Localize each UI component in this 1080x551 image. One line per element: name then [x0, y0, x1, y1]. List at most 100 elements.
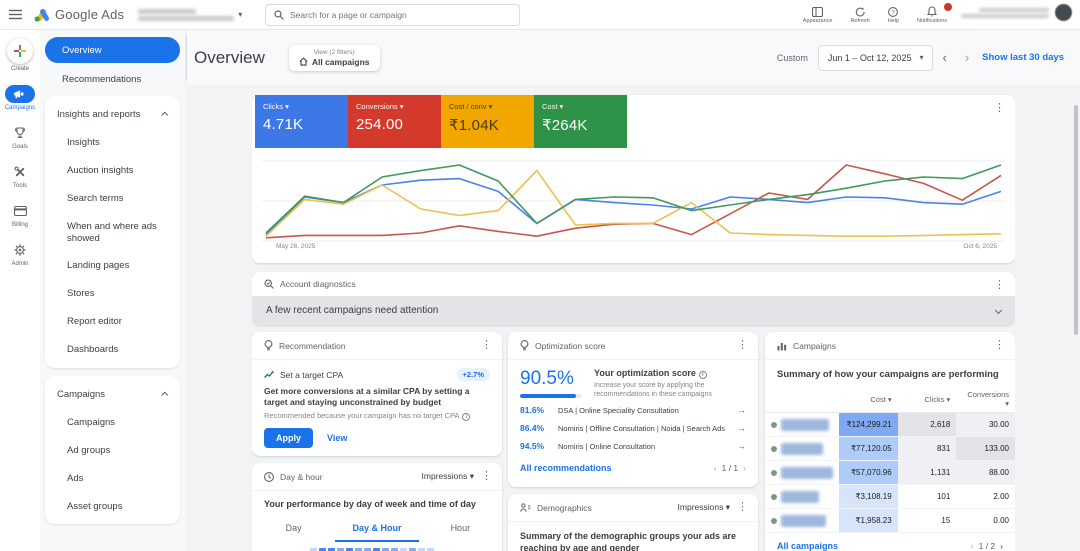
day-hour-menu[interactable]: ⋮: [481, 471, 492, 482]
page-prev-icon[interactable]: ‹: [714, 463, 717, 473]
metric-card-cost-per-conv[interactable]: Cost / conv ▾ ₹1.04K: [441, 95, 534, 148]
help-button[interactable]: ? Help: [888, 7, 899, 24]
all-recommendations-link[interactable]: All recommendations: [520, 463, 612, 473]
nav-item-ads[interactable]: Ads: [45, 465, 180, 493]
rail-item-campaigns[interactable]: Campaigns: [5, 85, 35, 111]
svg-text:?: ?: [892, 9, 896, 16]
google-ads-logo: Google Ads: [34, 7, 124, 22]
table-row[interactable]: ₹77,120.05 831 133.00: [765, 437, 1015, 461]
go-arrow-icon[interactable]: →: [737, 441, 746, 451]
tab-day[interactable]: Day: [252, 517, 335, 542]
nav-item-insights[interactable]: Insights: [45, 129, 180, 157]
metric-card-clicks[interactable]: Clicks ▾ 4.71K: [255, 95, 348, 148]
go-arrow-icon[interactable]: →: [737, 423, 746, 433]
nav-item-overview[interactable]: Overview: [45, 37, 180, 63]
day-hour-metric-dropdown[interactable]: Impressions ▾: [422, 471, 474, 482]
date-range-picker[interactable]: Jun 1 – Oct 12, 2025 ▾: [818, 45, 934, 71]
demographics-menu[interactable]: ⋮: [737, 502, 748, 513]
nav-item-auction-insights[interactable]: Auction insights: [45, 157, 180, 185]
notifications-button[interactable]: 1 Notifications: [917, 6, 947, 24]
menu-icon[interactable]: [0, 9, 30, 20]
search-input[interactable]: [290, 10, 511, 20]
nav-item-asset-groups[interactable]: Asset groups: [45, 493, 180, 521]
nav-item-stores[interactable]: Stores: [45, 280, 180, 308]
nav-group-header-insights[interactable]: Insights and reports: [45, 100, 180, 129]
rail-label-billing: Billing: [12, 222, 28, 228]
create-button[interactable]: Create: [7, 38, 33, 72]
rail-item-admin[interactable]: Admin: [5, 241, 35, 267]
nav-item-campaigns[interactable]: Campaigns: [45, 409, 180, 437]
redacted-profile-line1: [979, 8, 1049, 12]
nav-item-dashboards[interactable]: Dashboards: [45, 336, 180, 364]
table-row[interactable]: ₹57,070.96 1,131 88.00: [765, 461, 1015, 485]
campaigns-card-menu[interactable]: ⋮: [994, 340, 1005, 351]
optimization-row[interactable]: 86.4% Nomiris | Offline Consultation | N…: [508, 419, 758, 437]
tab-day-and-hour[interactable]: Day & Hour: [335, 517, 418, 542]
column-cost[interactable]: Cost ▾: [839, 386, 898, 413]
account-switcher[interactable]: ▾: [138, 9, 242, 21]
prev-range-button[interactable]: ‹: [933, 50, 955, 65]
notifications-label: Notifications: [917, 18, 947, 24]
profile-area[interactable]: [961, 4, 1072, 21]
day-hour-heatmap-preview[interactable]: [252, 542, 502, 551]
overview-chart-area[interactable]: [262, 155, 1005, 247]
nav-item-landing-pages[interactable]: Landing pages: [45, 252, 180, 280]
rail-item-goals[interactable]: Goals: [5, 124, 35, 150]
campaign-score: 94.5%: [520, 441, 558, 451]
appearance-button[interactable]: Appearance: [803, 7, 833, 24]
nav-group-header-campaigns[interactable]: Campaigns: [45, 380, 180, 409]
diagnostics-alert[interactable]: A few recent campaigns need attention: [252, 296, 1015, 325]
optimization-menu[interactable]: ⋮: [737, 340, 748, 351]
rail-label-tools: Tools: [13, 183, 27, 189]
apply-button[interactable]: Apply: [264, 428, 313, 448]
create-plus-icon: [14, 45, 26, 57]
page-prev-icon[interactable]: ‹: [971, 541, 974, 551]
demographics-metric-dropdown[interactable]: Impressions ▾: [678, 502, 730, 513]
clicks-cell: 2,618: [898, 413, 957, 437]
page-next-icon[interactable]: ›: [743, 463, 746, 473]
info-icon[interactable]: i: [699, 371, 707, 379]
chart-card-menu[interactable]: ⋮: [994, 103, 1005, 114]
go-arrow-icon[interactable]: →: [737, 405, 746, 415]
tab-hour[interactable]: Hour: [419, 517, 502, 542]
status-dot: [771, 446, 777, 452]
rail-item-billing[interactable]: Billing: [5, 202, 35, 228]
avatar[interactable]: [1055, 4, 1072, 21]
column-conversions[interactable]: Conversions ▾: [956, 386, 1015, 413]
column-clicks[interactable]: Clicks ▾: [898, 386, 957, 413]
refresh-button[interactable]: Refresh: [850, 7, 869, 24]
view-filter-chip[interactable]: View (2 filters) All campaigns: [289, 45, 380, 71]
rail-item-tools[interactable]: Tools: [5, 163, 35, 189]
nav-item-recommendations[interactable]: Recommendations: [45, 63, 180, 96]
table-row[interactable]: ₹3,108.19 101 2.00: [765, 485, 1015, 509]
view-button[interactable]: View: [327, 433, 347, 443]
vertical-scrollbar[interactable]: [1074, 105, 1078, 335]
cost-cell: ₹1,958.23: [839, 509, 898, 533]
nav-item-ad-groups[interactable]: Ad groups: [45, 437, 180, 465]
conversions-cell: 30.00: [956, 413, 1015, 437]
info-icon[interactable]: i: [462, 413, 470, 421]
redacted-campaign-name: [781, 515, 826, 527]
chart-x-axis: May 26, 2025 Oct 6, 2025: [276, 243, 997, 250]
next-range-button[interactable]: ›: [956, 50, 978, 65]
conversions-cell: 2.00: [956, 485, 1015, 509]
metric-card-cost[interactable]: Cost ▾ ₹264K: [534, 95, 627, 148]
appearance-icon: [812, 7, 823, 17]
table-row[interactable]: ₹124,299.21 2,618 30.00: [765, 413, 1015, 437]
nav-item-search-terms[interactable]: Search terms: [45, 185, 180, 213]
nav-item-when-where-ads-showed[interactable]: When and where ads showed: [45, 213, 180, 253]
page-next-icon[interactable]: ›: [1000, 541, 1003, 551]
show-last-30-days-link[interactable]: Show last 30 days: [982, 52, 1064, 63]
optimization-row[interactable]: 94.5% Nomiris | Online Consultation →: [508, 437, 758, 455]
all-campaigns-link[interactable]: All campaigns: [777, 541, 838, 551]
metric-card-conversions[interactable]: Conversions ▾ 254.00: [348, 95, 441, 148]
table-row[interactable]: ₹1,958.23 15 0.00: [765, 509, 1015, 533]
day-hour-title: Day & hour: [280, 472, 323, 482]
recommendation-menu[interactable]: ⋮: [481, 340, 492, 351]
optimization-row[interactable]: 81.6% DSA | Online Speciality Consultati…: [508, 401, 758, 419]
campaigns-summary-card: Campaigns ⋮ Summary of how your campaign…: [765, 332, 1015, 551]
global-search[interactable]: [265, 4, 520, 26]
diagnostics-menu[interactable]: ⋮: [994, 280, 1005, 291]
page-indicator: 1 / 1: [722, 463, 739, 473]
nav-item-report-editor[interactable]: Report editor: [45, 308, 180, 336]
